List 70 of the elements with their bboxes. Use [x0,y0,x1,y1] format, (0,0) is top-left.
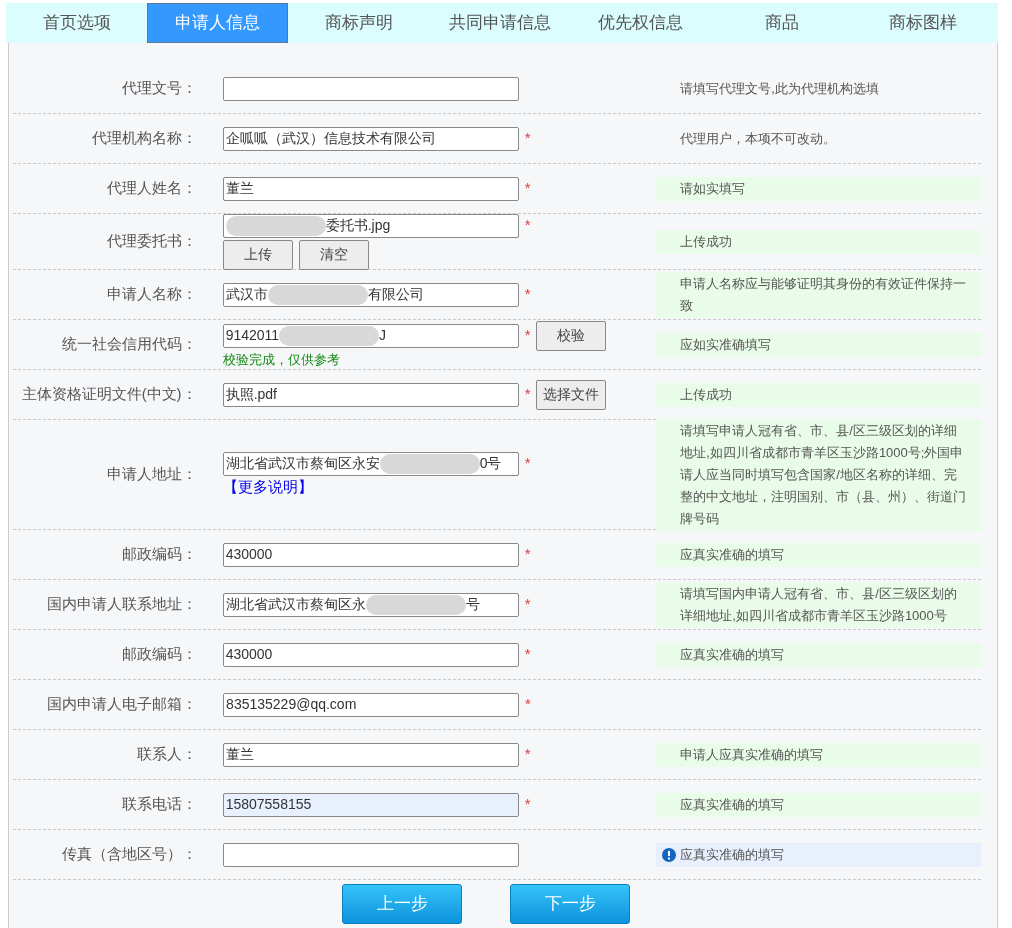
alert-icon [662,847,677,862]
more-info-link[interactable]: 【更多说明】 [222,475,657,498]
text-field[interactable]: 430000 [222,642,519,667]
field-label: 代理委托书： [105,231,197,252]
required-mark: * [524,384,531,405]
text-field[interactable]: 835135229@qq.com [223,692,520,717]
required-mark: * [524,594,531,615]
field-label: 国内申请人电子邮箱： [46,694,198,715]
text-field[interactable]: 企呱呱（武汉）信息技术有限公司 [222,126,519,151]
text-field[interactable]: 湖北省武汉市蔡甸区永 号 [222,592,519,617]
side-button[interactable]: 校验 [536,320,607,351]
text-field[interactable]: 委托书.jpg [222,213,519,238]
hint-text: 代理用户，本项不可改动。 [680,129,837,148]
required-mark: * [525,694,531,715]
hint-text: 请填写国内申请人冠有省、市、县/区三级区划的详细地址,如四川省成都市青羊区玉沙路1000号 [680,584,958,625]
hint-text: 申请人名称应与能够证明其身份的有效证件保持一致 [680,274,967,315]
field-label: 代理文号： [120,78,197,99]
validation-note: 校验完成，仅供参考 [222,350,341,369]
field-label: 代理机构名称： [90,128,197,149]
hint-text: 上传成功 [680,385,733,404]
required-mark: * [524,644,531,665]
text-field[interactable]: 9142011 J [222,323,519,348]
required-mark: * [524,544,531,565]
text-field[interactable]: 武汉市 有限公司 [222,282,519,307]
text-field[interactable] [222,76,519,101]
field-label: 传真（含地区号）： [60,844,197,865]
required-mark: * [524,453,531,474]
field-label: 联系人： [135,744,197,765]
required-mark: * [524,794,531,815]
hint-text: 上传成功 [680,232,733,251]
tab[interactable]: 商标声明 [288,3,429,43]
text-field[interactable]: 执照.pdf [222,382,519,407]
field-label: 联系电话： [120,794,197,815]
tab[interactable]: 商标图样 [852,3,993,43]
field-label: 邮政编码： [120,544,197,565]
field-label: 申请人名称： [105,284,197,305]
file-button[interactable]: 上传 [222,239,293,270]
hint-text: 请如实填写 [680,179,746,198]
text-field[interactable] [222,842,519,867]
field-label: 代理人姓名： [105,178,197,199]
tab[interactable]: 共同申请信息 [429,3,570,43]
hint-text: 请填写申请人冠有省、市、县/区三级区划的详细地址,如四川省成都市青羊区玉沙路1000号;外国申请人应当同时填写包含国家/地区名称的详细、完整的中文地址，注明国别、市（县、州）、街道门牌号码 [680,421,967,528]
side-button[interactable]: 选择文件 [536,379,607,410]
file-button[interactable]: 清空 [298,239,369,270]
tab[interactable]: 首页选项 [6,3,147,43]
tab[interactable]: 商品 [711,3,852,43]
hint-text: 应真实准确的填写 [680,795,785,814]
required-mark: * [524,744,531,765]
field-label: 主体资格证明文件(中文)： [20,384,197,405]
field-label: 国内申请人联系地址： [45,594,197,615]
required-mark: * [524,128,531,149]
text-field[interactable]: 董兰 [222,176,519,201]
required-mark: * [524,284,531,305]
field-label: 统一社会信用代码： [60,334,197,355]
hint-text: 应真实准确的填写 [680,645,785,664]
text-field[interactable]: 湖北省武汉市蔡甸区永安 0号 [222,451,519,476]
hint-text: 申请人应真实准确的填写 [680,745,824,764]
hint-text: 应真实准确的填写 [680,545,785,564]
text-field[interactable]: 董兰 [222,742,519,767]
required-mark: * [524,215,531,236]
required-mark: * [524,178,531,199]
field-label: 申请人地址： [105,464,197,485]
hint-text: 请填写代理文号,此为代理机构选填 [680,79,879,98]
required-mark: * [524,325,531,346]
field-label: 邮政编码： [120,644,197,665]
text-field[interactable]: 430000 [222,542,519,567]
hint-text: 应如实准确填写 [680,335,772,354]
tab[interactable]: 优先权信息 [570,3,711,43]
text-field[interactable]: 15807558155 [222,792,519,817]
hint-text: 应真实准确的填写 [680,845,785,864]
